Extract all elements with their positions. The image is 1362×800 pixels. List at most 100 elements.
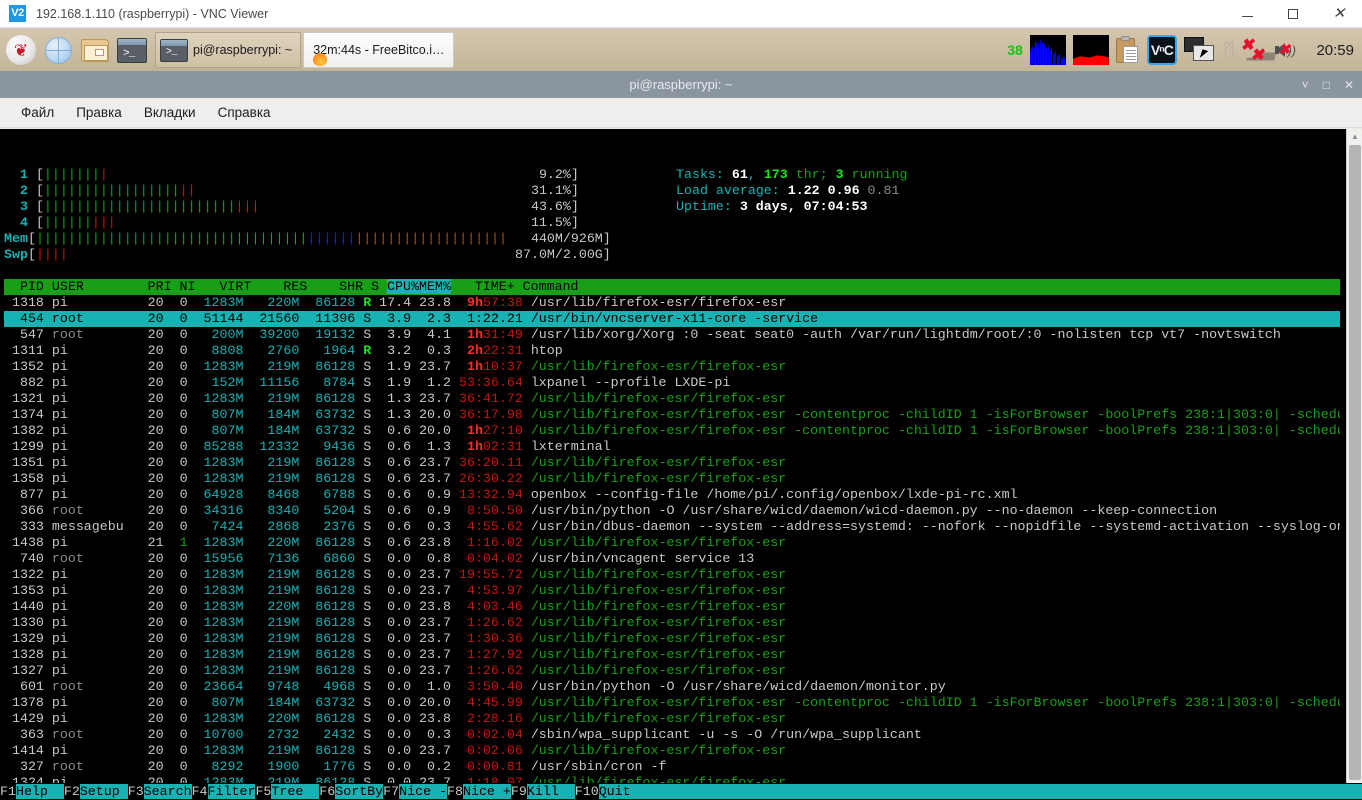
menu-help[interactable]: Справка bbox=[207, 102, 282, 123]
table-row[interactable]: 327 root 20 0 8292 1900 1776 S 0.0 0.2 0… bbox=[4, 759, 1340, 775]
table-row[interactable]: 1330 pi 20 0 1283M 219M 86128 S 0.0 23.7… bbox=[4, 615, 1340, 631]
bluetooth-icon[interactable]: ᛗ bbox=[1223, 40, 1236, 61]
maximize-icon[interactable] bbox=[1270, 0, 1316, 28]
terminal-close-icon[interactable]: ✕ bbox=[1344, 79, 1354, 91]
htop-terminal-content: 1 [|||||||| 9.2%] 2 [|||||||||||||||||||… bbox=[0, 129, 1362, 800]
screen-root: V2 192.168.1.110 (raspberrypi) - VNC Vie… bbox=[0, 0, 1362, 800]
memory-meter-row: Mem[||||||||||||||||||||||||||||||||||||… bbox=[4, 231, 611, 246]
htop-output: 1 [|||||||| 9.2%] 2 [|||||||||||||||||||… bbox=[4, 167, 1344, 791]
close-icon[interactable]: ✕ bbox=[1316, 0, 1362, 28]
uptime-line: Uptime: 3 days, 07:04:53 bbox=[676, 199, 868, 214]
vnc-window-controls: ✕ bbox=[1224, 0, 1362, 28]
table-row[interactable]: 333 messagebu 20 0 7424 2868 2376 S 0.6 … bbox=[4, 519, 1340, 535]
load-average-line: Load average: 1.22 0.96 0.81 bbox=[676, 183, 900, 198]
table-row[interactable]: 1353 pi 20 0 1283M 219M 86128 S 0.0 23.7… bbox=[4, 583, 1340, 599]
clipboard-icon[interactable] bbox=[1115, 36, 1140, 64]
htop-function-key-bar: F1Help F2Setup F3SearchF4FilterF5Tree F6… bbox=[0, 783, 1362, 800]
vnc-window-titlebar: V2 192.168.1.110 (raspberrypi) - VNC Vie… bbox=[0, 0, 1362, 28]
vnc-tray-icon[interactable]: VⁿC bbox=[1146, 35, 1177, 65]
task-button-terminal[interactable]: >_ pi@raspberrypi: ~ bbox=[155, 32, 302, 68]
task-button-firefox[interactable]: 32m:44s - FreeBitco.i… bbox=[303, 32, 454, 68]
menu-file[interactable]: Файл bbox=[10, 102, 65, 123]
table-row[interactable]: 547 root 20 0 200M 39200 19132 S 3.9 4.1… bbox=[4, 327, 1340, 343]
table-header-row: PID USER PRI NI VIRT RES SHR S CPU%MEM% … bbox=[4, 279, 1340, 295]
terminal-scrollbar[interactable]: ▲ ▼ bbox=[1346, 129, 1362, 800]
fkey-number: F9 bbox=[510, 784, 527, 799]
minimize-icon[interactable] bbox=[1224, 0, 1270, 28]
table-row[interactable]: 1327 pi 20 0 1283M 219M 86128 S 0.0 23.7… bbox=[4, 663, 1340, 679]
web-browser-icon[interactable] bbox=[41, 33, 75, 67]
terminal-titlebar: pi@raspberrypi: ~ ˅ □ ✕ bbox=[0, 71, 1362, 98]
fkey-tree-button[interactable]: Tree bbox=[271, 784, 320, 799]
table-row[interactable]: 1321 pi 20 0 1283M 219M 86128 S 1.3 23.7… bbox=[4, 391, 1340, 407]
table-row[interactable]: 1440 pi 20 0 1283M 220M 86128 S 0.0 23.8… bbox=[4, 599, 1340, 615]
lxde-taskbar: ❦ >_ >_ pi@raspberrypi: ~ 32m:44s - Free… bbox=[0, 29, 1362, 71]
fkey-filter-button[interactable]: Filter bbox=[207, 784, 256, 799]
network-disconnected-icon[interactable]: ▁▃ ✖ ✖ bbox=[1240, 37, 1275, 64]
fkey-kill-button[interactable]: Kill bbox=[526, 784, 575, 799]
cpu-meter-row: 1 [|||||||| 9.2%] bbox=[4, 167, 579, 182]
cpu-temp-indicator: 38 bbox=[1007, 42, 1023, 58]
htop-process-table: PID USER PRI NI VIRT RES SHR S CPU%MEM% … bbox=[4, 279, 1344, 791]
table-row[interactable]: 454 root 20 0 51144 21560 11396 S 3.9 2.… bbox=[4, 311, 1340, 327]
table-row[interactable]: 740 root 20 0 15956 7136 6860 S 0.0 0.8 … bbox=[4, 551, 1340, 567]
raspberry-menu-icon[interactable]: ❦ bbox=[4, 33, 38, 67]
fkey-search-button[interactable]: Search bbox=[143, 784, 192, 799]
table-row[interactable]: 1322 pi 20 0 1283M 219M 86128 S 0.0 23.7… bbox=[4, 567, 1340, 583]
tasks-line: Tasks: 61, 173 thr; 3 running bbox=[676, 167, 908, 182]
fkey-setup-button[interactable]: Setup bbox=[79, 784, 128, 799]
fkey-number: F10 bbox=[574, 784, 599, 799]
terminal-icon: >_ bbox=[160, 38, 188, 62]
terminal-launcher-icon[interactable]: >_ bbox=[115, 33, 149, 67]
fkey-number: F8 bbox=[447, 784, 463, 799]
fkey-nice-button[interactable]: Nice - bbox=[399, 784, 448, 799]
fkey-sortby-button[interactable]: SortBy bbox=[335, 784, 384, 799]
cpu-meter-row: 3 [||||||||||||||||||||||||||| 43.6%] bbox=[4, 199, 579, 214]
table-row[interactable]: 1378 pi 20 0 807M 184M 63732 S 0.0 20.0 … bbox=[4, 695, 1340, 711]
table-row[interactable]: 1299 pi 20 0 85288 12332 9436 S 0.6 1.3 … bbox=[4, 439, 1340, 455]
clock[interactable]: 20:59 bbox=[1312, 42, 1354, 59]
table-row[interactable]: 1438 pi 21 1 1283M 220M 86128 S 0.6 23.8… bbox=[4, 535, 1340, 551]
table-row[interactable]: 1352 pi 20 0 1283M 219M 86128 S 1.9 23.7… bbox=[4, 359, 1340, 375]
fkey-number: F7 bbox=[383, 784, 400, 799]
table-row[interactable]: 1311 pi 20 0 8808 2760 1964 R 3.2 0.3 2h… bbox=[4, 343, 1340, 359]
terminal-minimize-icon[interactable]: ˅ bbox=[1302, 79, 1309, 91]
table-row[interactable]: 363 root 20 0 10700 2732 2432 S 0.0 0.3 … bbox=[4, 727, 1340, 743]
table-row[interactable]: 1328 pi 20 0 1283M 219M 86128 S 0.0 23.7… bbox=[4, 647, 1340, 663]
fkey-help-button[interactable]: Help bbox=[15, 784, 64, 799]
table-row[interactable]: 1414 pi 20 0 1283M 219M 86128 S 0.0 23.7… bbox=[4, 743, 1340, 759]
vnc-logo-icon: V2 bbox=[9, 5, 26, 22]
menu-edit[interactable]: Правка bbox=[65, 102, 133, 123]
table-row[interactable]: 1358 pi 20 0 1283M 219M 86128 S 0.6 23.7… bbox=[4, 471, 1340, 487]
table-row[interactable]: 1318 pi 20 0 1283M 220M 86128 R 17.4 23.… bbox=[4, 295, 1340, 311]
htop-summary-stats: Tasks: 61, 173 thr; 3 running Load averag… bbox=[676, 167, 907, 215]
terminal-maximize-icon[interactable]: □ bbox=[1323, 79, 1330, 91]
scrollbar-thumb[interactable] bbox=[1349, 145, 1361, 780]
menu-tabs[interactable]: Вкладки bbox=[133, 102, 207, 123]
cpu-meter-row: 4 [||||||||| 11.5%] bbox=[4, 215, 579, 230]
table-row[interactable]: 1429 pi 20 0 1283M 220M 86128 S 0.0 23.8… bbox=[4, 711, 1340, 727]
fkey-number: F1 bbox=[0, 784, 16, 799]
remote-desktop-icon[interactable] bbox=[1183, 36, 1216, 64]
task-button-terminal-label: pi@raspberrypi: ~ bbox=[193, 43, 293, 57]
table-row[interactable]: 1382 pi 20 0 807M 184M 63732 S 0.6 20.0 … bbox=[4, 423, 1340, 439]
swap-meter-row: Swp[|||| 87.0M/2.00G] bbox=[4, 247, 611, 262]
network-graph-icon[interactable] bbox=[1072, 35, 1109, 65]
table-row[interactable]: 882 pi 20 0 152M 11156 8784 S 1.9 1.2 53… bbox=[4, 375, 1340, 391]
file-manager-icon[interactable] bbox=[78, 33, 112, 67]
table-row[interactable]: 366 root 20 0 34316 8340 5204 S 0.6 0.9 … bbox=[4, 503, 1340, 519]
cpu-meter-row: 2 [||||||||||||||||||| 31.1%] bbox=[4, 183, 579, 198]
table-row[interactable]: 1329 pi 20 0 1283M 219M 86128 S 0.0 23.7… bbox=[4, 631, 1340, 647]
table-row[interactable]: 601 root 20 0 23664 9748 4968 S 0.0 1.0 … bbox=[4, 679, 1340, 695]
fkey-bar-filler bbox=[630, 784, 1362, 799]
fkey-nice-button[interactable]: Nice + bbox=[462, 784, 511, 799]
scroll-up-arrow-icon[interactable]: ▲ bbox=[1347, 129, 1362, 144]
volume-muted-icon[interactable]: )) ✖ bbox=[1275, 38, 1305, 62]
cpu-graph-icon[interactable] bbox=[1029, 35, 1066, 65]
sort-column-cpu[interactable]: CPU% bbox=[387, 279, 419, 294]
system-tray: 38 VⁿC ᛗ ▁▃ ✖ ✖ )) ✖ 20:59 bbox=[1007, 35, 1362, 65]
fkey-quit-button[interactable]: Quit bbox=[598, 784, 631, 799]
table-row[interactable]: 1374 pi 20 0 807M 184M 63732 S 1.3 20.0 … bbox=[4, 407, 1340, 423]
table-row[interactable]: 877 pi 20 0 64928 8468 6788 S 0.6 0.9 13… bbox=[4, 487, 1340, 503]
table-row[interactable]: 1351 pi 20 0 1283M 219M 86128 S 0.6 23.7… bbox=[4, 455, 1340, 471]
